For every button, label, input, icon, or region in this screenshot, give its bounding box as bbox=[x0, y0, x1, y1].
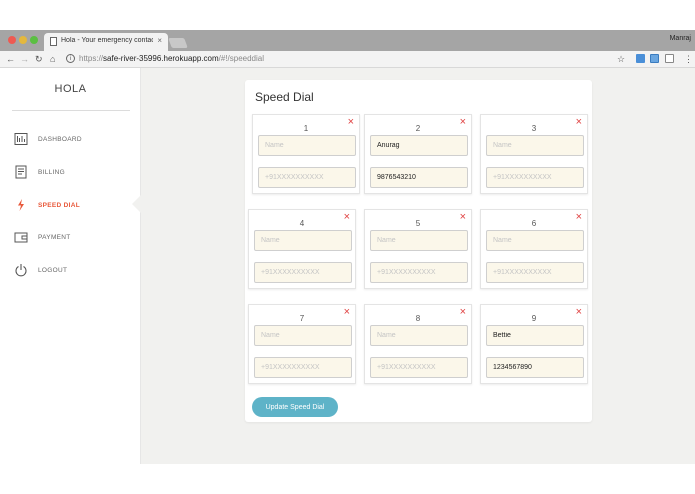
browser-tab[interactable]: Hola - Your emergency contac × bbox=[44, 33, 168, 51]
phone-field[interactable] bbox=[370, 262, 468, 283]
speed-dial-panel: Speed Dial 1 × 2 × 3 × 4 × 5 bbox=[245, 80, 592, 422]
slot-number: 9 bbox=[531, 314, 537, 323]
url-path: /#!/speeddial bbox=[218, 54, 265, 63]
sidebar-item-label: LOGOUT bbox=[38, 267, 68, 274]
remove-icon[interactable]: × bbox=[460, 306, 466, 318]
slot-number: 8 bbox=[415, 314, 421, 323]
slot-number: 3 bbox=[531, 124, 537, 133]
sidebar-item-label: BILLING bbox=[38, 169, 66, 176]
url-host: safe-river-35996.herokuapp.com bbox=[103, 54, 219, 63]
forward-icon[interactable]: → bbox=[20, 53, 29, 65]
menu-icon[interactable]: ⋮ bbox=[684, 53, 693, 65]
sidebar-item-dashboard[interactable]: DASHBOARD bbox=[14, 132, 124, 148]
name-field[interactable] bbox=[254, 325, 352, 346]
close-window-button[interactable] bbox=[8, 36, 16, 44]
browser-toolbar: ← → ↻ ⌂ i https://safe-river-35996.herok… bbox=[0, 51, 695, 68]
app-body: HOLA DASHBOARD BILLING SPEED DIAL PAYMEN… bbox=[0, 68, 695, 464]
star-icon[interactable]: ☆ bbox=[617, 53, 625, 65]
sidebar-item-speed-dial[interactable]: SPEED DIAL bbox=[14, 198, 124, 214]
browser-tab-bar: Hola - Your emergency contac × Manraj bbox=[0, 30, 695, 51]
cast-icon[interactable] bbox=[650, 54, 659, 63]
profile-name[interactable]: Manraj bbox=[670, 35, 691, 42]
wallet-icon bbox=[14, 232, 28, 243]
sidebar-item-billing[interactable]: BILLING bbox=[14, 165, 124, 181]
address-bar[interactable]: i https://safe-river-35996.herokuapp.com… bbox=[64, 53, 664, 66]
remove-icon[interactable]: × bbox=[460, 211, 466, 223]
name-field[interactable] bbox=[370, 135, 468, 156]
name-field[interactable] bbox=[254, 230, 352, 251]
page-icon bbox=[50, 37, 57, 46]
remove-icon[interactable]: × bbox=[576, 306, 582, 318]
billing-icon bbox=[15, 165, 27, 179]
active-indicator bbox=[132, 194, 142, 214]
speed-dial-card: 6 × bbox=[480, 209, 588, 289]
remove-icon[interactable]: × bbox=[348, 116, 354, 128]
back-icon[interactable]: ← bbox=[6, 53, 15, 65]
name-field[interactable] bbox=[486, 230, 584, 251]
remove-icon[interactable]: × bbox=[460, 116, 466, 128]
info-icon[interactable]: i bbox=[66, 54, 75, 63]
remove-icon[interactable]: × bbox=[344, 306, 350, 318]
url-scheme: https:// bbox=[79, 54, 104, 63]
phone-field[interactable] bbox=[370, 357, 468, 378]
sidebar-item-payment[interactable]: PAYMENT bbox=[14, 230, 124, 246]
brand-logo: HOLA bbox=[54, 83, 87, 95]
lightning-icon bbox=[18, 199, 24, 211]
extension-icon[interactable] bbox=[665, 54, 674, 63]
remove-icon[interactable]: × bbox=[344, 211, 350, 223]
phone-field[interactable] bbox=[486, 357, 584, 378]
url-text: https://safe-river-35996.herokuapp.com/#… bbox=[79, 54, 264, 63]
name-field[interactable] bbox=[486, 135, 584, 156]
maximize-window-button[interactable] bbox=[30, 36, 38, 44]
home-icon[interactable]: ⌂ bbox=[50, 53, 55, 65]
speed-dial-card: 9 × bbox=[480, 304, 588, 384]
tab-title: Hola - Your emergency contac bbox=[61, 37, 153, 44]
power-icon bbox=[15, 264, 27, 277]
phone-field[interactable] bbox=[258, 167, 356, 188]
name-field[interactable] bbox=[370, 325, 468, 346]
sidebar-item-label: SPEED DIAL bbox=[38, 202, 81, 209]
name-field[interactable] bbox=[258, 135, 356, 156]
sidebar-item-label: DASHBOARD bbox=[38, 136, 82, 143]
name-field[interactable] bbox=[370, 230, 468, 251]
page-title: Speed Dial bbox=[255, 90, 314, 104]
remove-icon[interactable]: × bbox=[576, 211, 582, 223]
slot-number: 4 bbox=[299, 219, 305, 228]
phone-field[interactable] bbox=[254, 357, 352, 378]
sidebar-item-logout[interactable]: LOGOUT bbox=[14, 263, 124, 279]
sidebar-item-label: PAYMENT bbox=[38, 234, 71, 241]
slot-number: 2 bbox=[415, 124, 421, 133]
new-tab-button[interactable] bbox=[168, 38, 188, 48]
slot-number: 1 bbox=[303, 124, 309, 133]
speed-dial-card: 2 × bbox=[364, 114, 472, 194]
phone-field[interactable] bbox=[370, 167, 468, 188]
slot-number: 7 bbox=[299, 314, 305, 323]
speed-dial-card: 3 × bbox=[480, 114, 588, 194]
speed-dial-card: 1 × bbox=[252, 114, 360, 194]
top-margin bbox=[0, 0, 695, 30]
speed-dial-card: 7 × bbox=[248, 304, 356, 384]
divider bbox=[12, 110, 130, 111]
minimize-window-button[interactable] bbox=[19, 36, 27, 44]
remove-icon[interactable]: × bbox=[576, 116, 582, 128]
speed-dial-card: 4 × bbox=[248, 209, 356, 289]
sidebar: HOLA DASHBOARD BILLING SPEED DIAL PAYMEN… bbox=[0, 68, 141, 464]
phone-field[interactable] bbox=[486, 262, 584, 283]
speed-dial-card: 5 × bbox=[364, 209, 472, 289]
speed-dial-card: 8 × bbox=[364, 304, 472, 384]
update-speed-dial-button[interactable]: Update Speed Dial bbox=[252, 397, 338, 417]
tab-close-icon[interactable]: × bbox=[157, 36, 162, 45]
slot-number: 6 bbox=[531, 219, 537, 228]
extension-icon[interactable] bbox=[636, 54, 645, 63]
phone-field[interactable] bbox=[486, 167, 584, 188]
slot-number: 5 bbox=[415, 219, 421, 228]
phone-field[interactable] bbox=[254, 262, 352, 283]
reload-icon[interactable]: ↻ bbox=[35, 53, 43, 65]
bottom-margin bbox=[0, 464, 695, 494]
name-field[interactable] bbox=[486, 325, 584, 346]
dashboard-icon bbox=[14, 133, 28, 145]
